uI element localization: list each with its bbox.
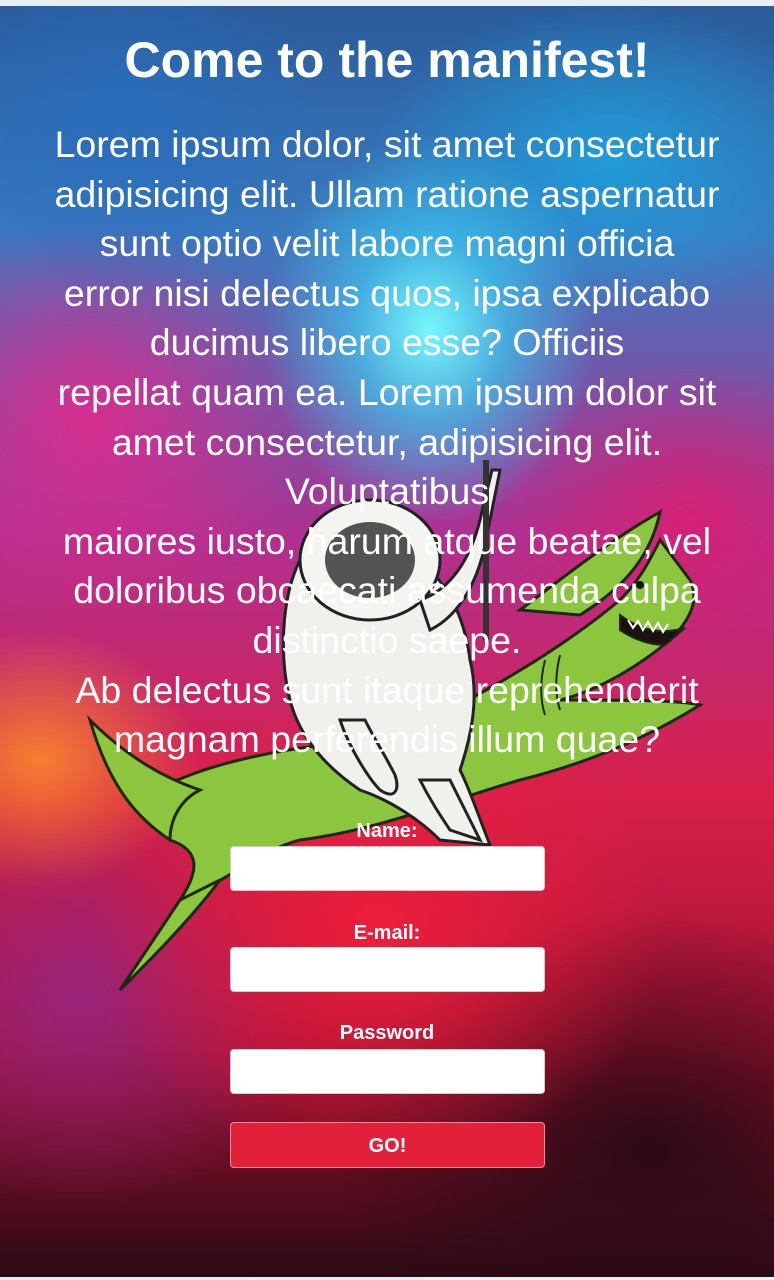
intro-line: Ab delectus sunt itaque reprehenderit <box>75 668 699 711</box>
top-edge <box>0 0 774 6</box>
intro-line: Lorem ipsum dolor, sit amet consectetur <box>54 123 720 165</box>
intro-line: error nisi delectus quos, ipsa explicabo <box>63 271 711 314</box>
name-label: Name: <box>356 820 418 842</box>
intro-line: adipisicing elit. Ullam ratione aspernat… <box>54 172 720 215</box>
intro-line: maiores iusto, harum atque beatae, vel <box>62 519 712 562</box>
intro-line: doloribus obcaecati assumenda culpa <box>73 569 701 612</box>
password-label: Password <box>339 1022 435 1044</box>
intro-line: magnam perferendis illum quae? <box>113 718 661 761</box>
password-input[interactable] <box>230 1049 545 1094</box>
name-input[interactable] <box>230 846 545 891</box>
intro-line: amet consectetur, adipisicing elit. <box>111 420 663 463</box>
intro-line: distinctio saepe. <box>252 618 522 661</box>
email-input[interactable] <box>230 947 545 992</box>
email-label: E-mail: <box>353 922 421 944</box>
intro-line: sunt optio velit labore magni officia <box>99 222 675 265</box>
intro-line: ducimus libero esse? Officiis <box>149 321 625 364</box>
intro-line: Voluptatibus <box>284 470 490 513</box>
intro-paragraph: Lorem ipsum dolor, sit amet consectetur … <box>4 120 770 765</box>
go-button[interactable]: GO! <box>230 1122 545 1168</box>
page-title: Come to the manifest! <box>124 32 650 88</box>
intro-line: repellat quam ea. Lorem ipsum dolor sit <box>57 370 717 413</box>
